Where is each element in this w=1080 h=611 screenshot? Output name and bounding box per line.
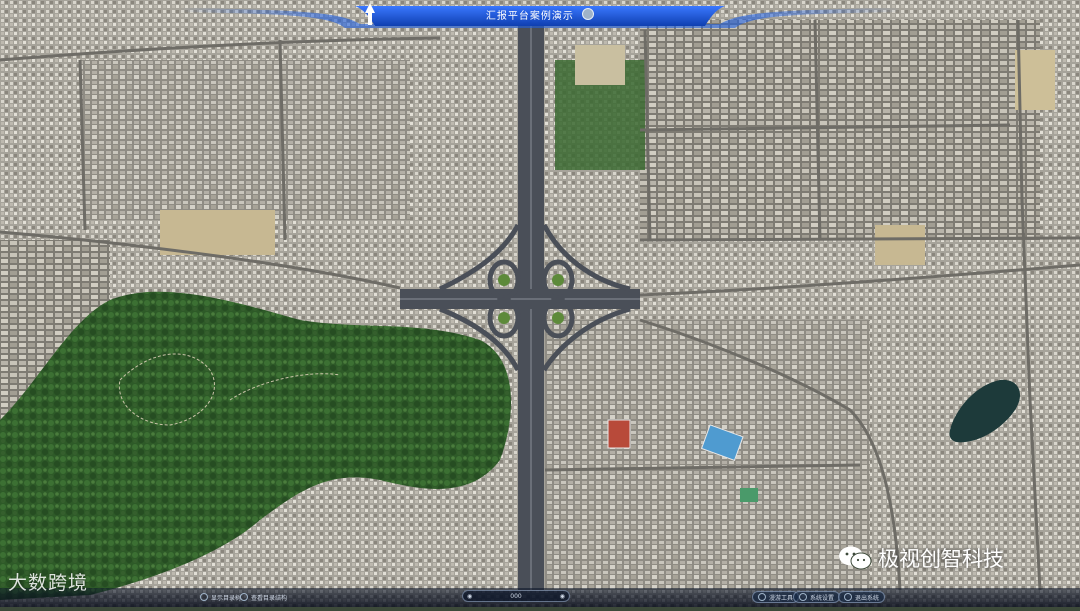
roam-tool-label: 漫游工具 xyxy=(769,594,794,602)
watermark-right-text: 极视创智科技 xyxy=(878,547,1004,571)
urban-block-se xyxy=(545,320,875,590)
sports-field-red xyxy=(607,419,631,449)
construction-site-west xyxy=(160,210,275,255)
zoom-in-icon[interactable]: ◉ xyxy=(560,593,565,600)
system-settings-pill: 系统设置 xyxy=(793,591,841,603)
exit-system-label: 退出系统 xyxy=(855,594,880,602)
view-structure-button[interactable]: 查看目录结构 xyxy=(240,591,287,603)
roam-tool-button[interactable]: 漫游工具 xyxy=(752,591,800,603)
exit-system-pill: 退出系统 xyxy=(838,591,886,603)
show-tree-label: 显示目录树 xyxy=(211,594,242,602)
tree-icon xyxy=(200,593,208,601)
exit-system-button[interactable]: 退出系统 xyxy=(838,591,886,603)
gear-icon xyxy=(799,593,807,601)
top-banner xyxy=(355,6,725,26)
construction-site-east xyxy=(875,225,925,265)
construction-site-north xyxy=(575,45,625,85)
roam-tool-pill: 漫游工具 xyxy=(752,591,800,603)
exit-icon xyxy=(844,593,852,601)
structure-icon xyxy=(240,593,248,601)
system-settings-label: 系统设置 xyxy=(810,594,835,602)
watermark-right: 极视创智科技 xyxy=(838,543,1004,573)
sports-field-green xyxy=(740,488,758,502)
system-settings-button[interactable]: 系统设置 xyxy=(793,591,841,603)
watermark-left-text: 大数跨境 xyxy=(8,572,89,594)
zoom-out-icon[interactable]: ◉ xyxy=(467,593,472,600)
aerial-map[interactable] xyxy=(0,0,1080,607)
view-structure-label: 查看目录结构 xyxy=(251,594,288,602)
watermark-left: 大数跨境 xyxy=(8,568,88,595)
show-tree-button[interactable]: 显示目录树 xyxy=(200,591,241,603)
zoom-value: 000 xyxy=(510,592,522,600)
zoom-control[interactable]: ◉ 000 ◉ xyxy=(462,590,570,602)
roam-icon xyxy=(758,593,766,601)
urban-block-nw xyxy=(80,60,410,220)
wechat-icon xyxy=(839,546,872,570)
map-viewport[interactable]: 汇报平台案例演示 显示目录树 查看目录结构 ◉ 000 ◉ 漫游工具 系统设置 … xyxy=(0,0,1080,607)
